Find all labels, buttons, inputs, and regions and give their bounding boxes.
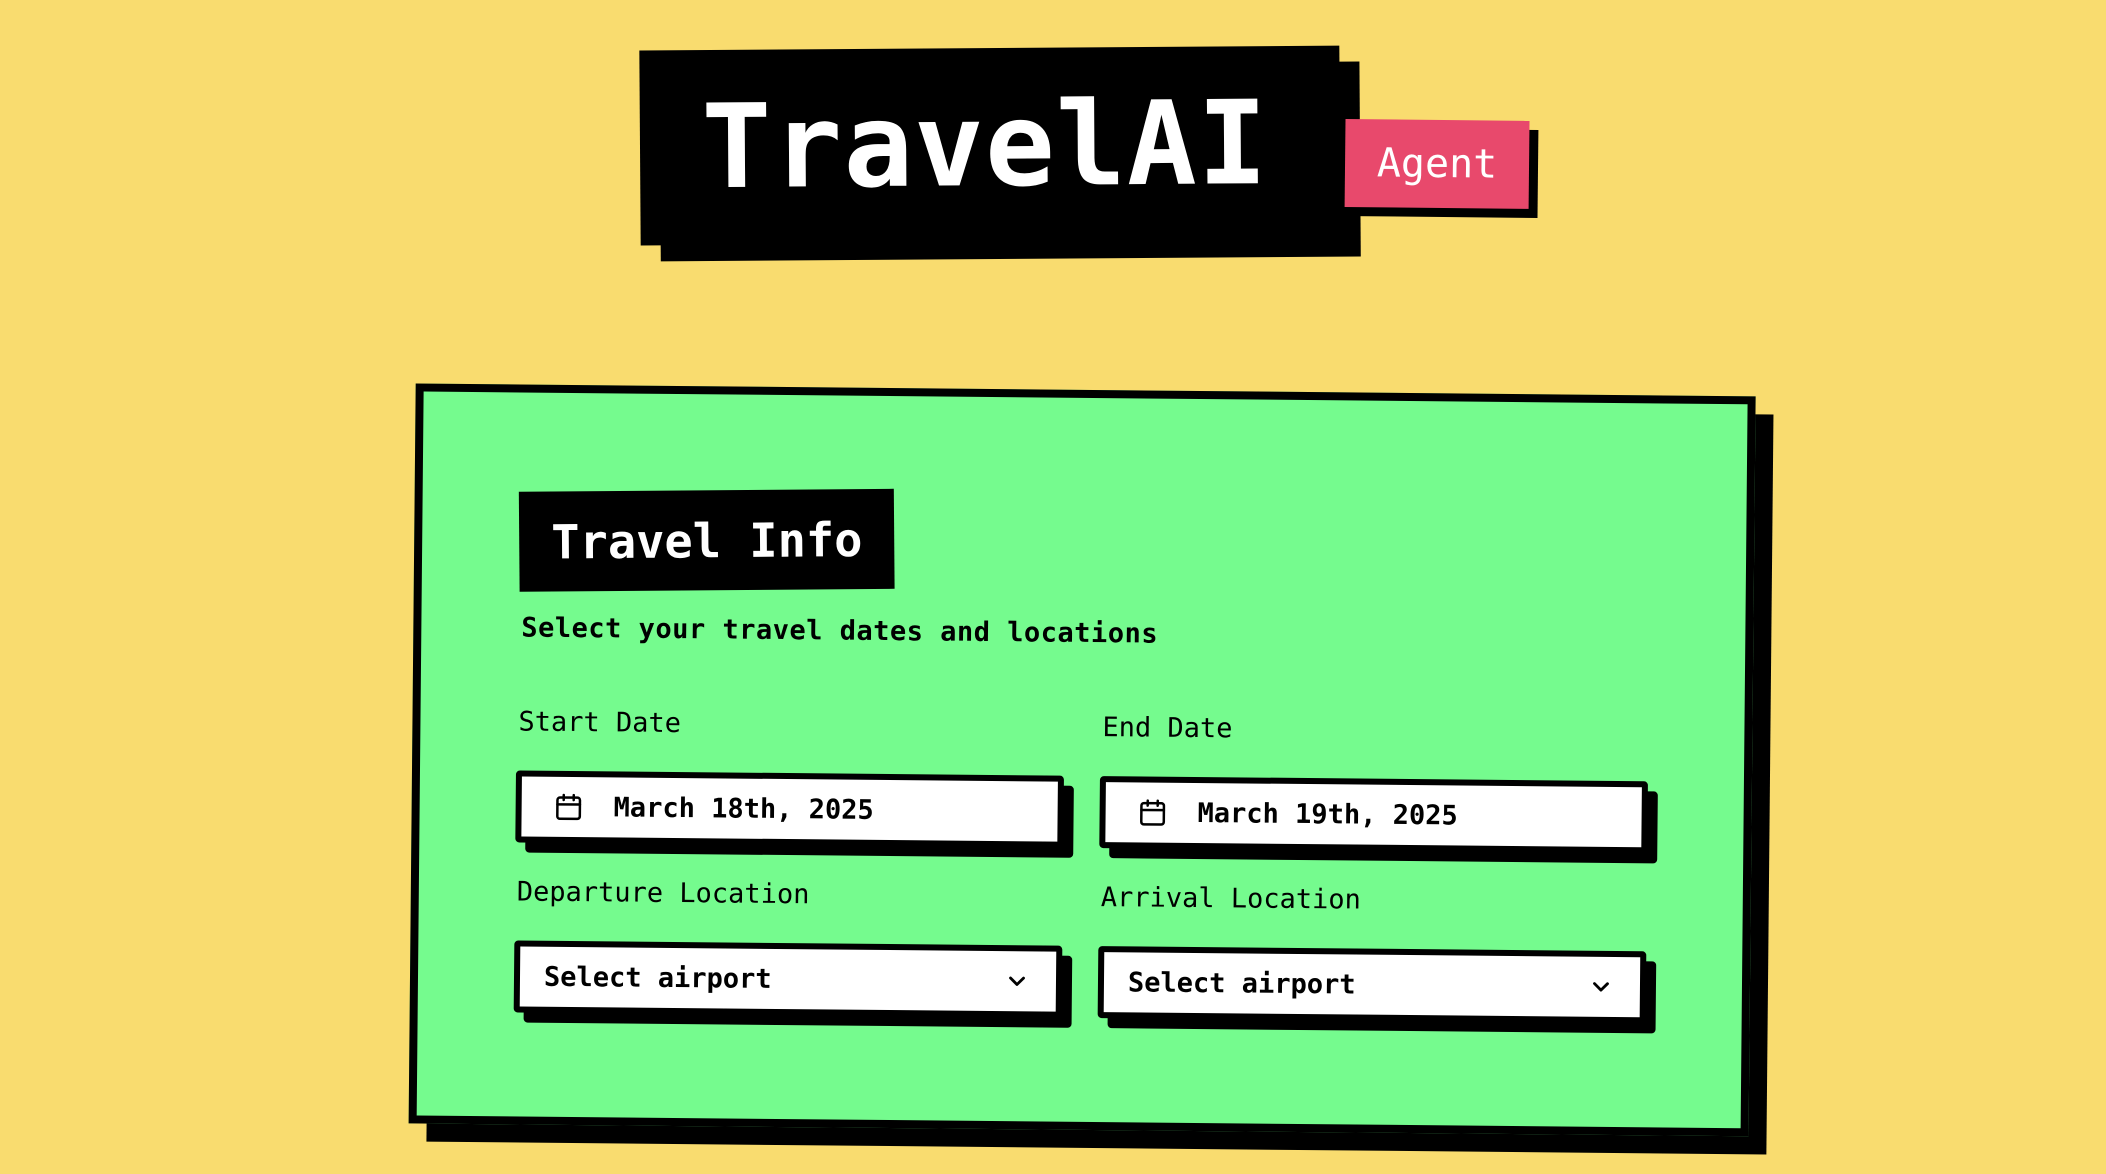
start-date-value: March 18th, 2025 — [613, 791, 874, 826]
departure-location-label: Departure Location — [516, 876, 810, 911]
end-date-picker[interactable]: March 19th, 2025 — [1099, 776, 1648, 854]
app-logo: TravelAI — [639, 45, 1361, 262]
end-date-label: End Date — [1102, 712, 1233, 745]
departure-select-wrapper: Select airport — [513, 940, 1073, 1028]
start-date-label: Start Date — [518, 706, 682, 740]
end-date-value: March 19th, 2025 — [1197, 797, 1458, 831]
travel-info-card: Travel Info Select your travel dates and… — [408, 383, 1756, 1137]
travel-info-card-wrapper: Travel Info Select your travel dates and… — [408, 383, 1780, 1161]
app-title: TravelAI — [639, 45, 1341, 246]
agent-badge-label: Agent — [1344, 118, 1530, 209]
card-title: Travel Info — [518, 488, 895, 592]
arrival-airport-select[interactable]: Select airport — [1097, 946, 1647, 1024]
arrival-select-placeholder: Select airport — [1127, 966, 1356, 1001]
departure-airport-select[interactable]: Select airport — [513, 940, 1063, 1018]
departure-location-field: Departure Location Select airport — [513, 874, 1075, 1028]
start-date-picker[interactable]: March 18th, 2025 — [515, 770, 1064, 848]
start-date-control-wrapper: March 18th, 2025 — [515, 770, 1074, 858]
end-date-field: End Date March 19th, 2025 — [1099, 710, 1660, 864]
end-date-control-wrapper: March 19th, 2025 — [1099, 776, 1658, 864]
agent-badge: Agent — [1344, 118, 1539, 219]
card-title-wrapper: Travel Info — [518, 488, 895, 592]
departure-select-placeholder: Select airport — [543, 961, 772, 995]
calendar-icon — [556, 793, 582, 821]
start-date-field: Start Date March 18th, 2025 — [515, 704, 1076, 858]
card-subtitle: Select your travel dates and locations — [521, 612, 1159, 650]
arrival-location-field: Arrival Location Select airport — [1097, 880, 1659, 1034]
chevron-down-icon — [1009, 976, 1025, 986]
arrival-location-label: Arrival Location — [1100, 882, 1362, 916]
calendar-icon — [1140, 799, 1166, 826]
chevron-down-icon — [1593, 982, 1609, 992]
arrival-select-wrapper: Select airport — [1097, 946, 1657, 1034]
